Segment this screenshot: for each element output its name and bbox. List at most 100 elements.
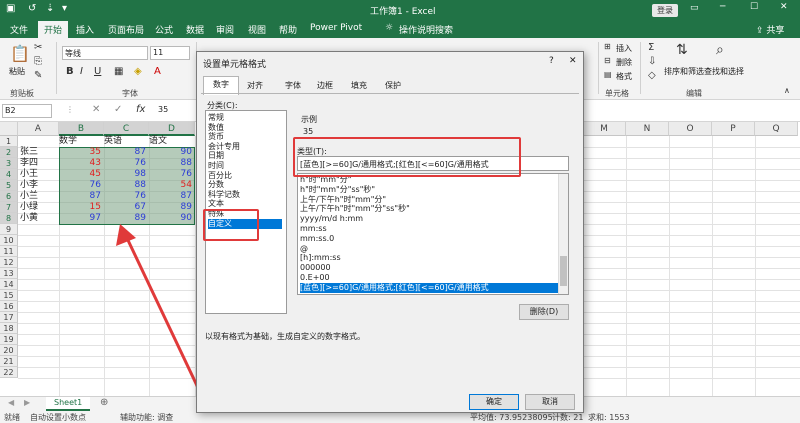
format-code-item[interactable]: [h]:mm:ss — [300, 253, 558, 263]
row-header[interactable]: 7 — [0, 202, 18, 213]
cancel-entry-icon[interactable]: ✕ — [92, 104, 100, 115]
format-cells-icon[interactable]: ▤ — [604, 70, 612, 79]
collapse-ribbon-icon[interactable]: ∧ — [784, 86, 790, 95]
row-header[interactable]: 19 — [0, 334, 18, 345]
tab-font[interactable]: 字体 — [277, 78, 309, 93]
find-select-label[interactable]: 查找和选择 — [704, 66, 744, 77]
cell[interactable]: 87 — [59, 191, 101, 202]
row-header[interactable]: 6 — [0, 191, 18, 202]
name-box[interactable]: B2 — [2, 104, 52, 118]
category-item[interactable]: 会计专用 — [208, 142, 282, 152]
format-code-item[interactable]: @ — [300, 244, 558, 254]
paste-label[interactable]: 粘贴 — [9, 66, 25, 77]
column-header[interactable]: C — [104, 122, 149, 136]
tab-formulas[interactable]: 公式 — [155, 23, 173, 36]
cell[interactable]: 35 — [59, 147, 101, 158]
insert-function-icon[interactable]: fx — [136, 104, 145, 115]
share-button[interactable]: ⇪ 共享 — [756, 23, 784, 36]
row-header[interactable]: 21 — [0, 356, 18, 367]
category-item[interactable]: 日期 — [208, 151, 282, 161]
row-header[interactable]: 18 — [0, 323, 18, 334]
row-header[interactable]: 2 — [0, 147, 18, 158]
tab-home[interactable]: 开始 — [38, 21, 69, 38]
row-header[interactable]: 14 — [0, 279, 18, 290]
cell[interactable]: 小李 — [20, 180, 56, 191]
font-name-select[interactable]: 等线 — [62, 46, 148, 60]
cancel-button[interactable]: 取消 — [525, 394, 575, 410]
format-code-list[interactable]: h"时"mm"分" h"时"mm"分"ss"秒" 上午/下午h"时"mm"分" 上午/… — [297, 173, 569, 295]
cell[interactable]: 90 — [149, 147, 192, 158]
cell[interactable]: 87 — [149, 191, 192, 202]
row-header[interactable]: 17 — [0, 312, 18, 323]
autosave-icon[interactable]: ▣ — [6, 3, 15, 14]
cell[interactable]: 88 — [149, 158, 192, 169]
tab-review[interactable]: 审阅 — [216, 23, 234, 36]
format-code-item[interactable]: [蓝色][>=60]G/通用格式;[红色][<=60]G/通用格式 — [300, 282, 558, 293]
row-header[interactable]: 15 — [0, 290, 18, 301]
cell[interactable]: 小绿 — [20, 202, 56, 213]
maximize-icon[interactable]: ☐ — [750, 2, 758, 12]
cell[interactable]: 英语 — [104, 136, 146, 147]
login-button[interactable]: 登录 — [652, 4, 678, 17]
sheet-tab-sheet1[interactable]: Sheet1 — [46, 397, 91, 411]
format-code-item[interactable]: 0.E+00 — [300, 273, 558, 283]
row-header[interactable]: 22 — [0, 367, 18, 378]
column-header[interactable]: O — [669, 122, 712, 136]
cell[interactable]: 张三 — [20, 147, 56, 158]
italic-icon[interactable]: I — [80, 66, 83, 77]
tab-help[interactable]: 帮助 — [279, 23, 297, 36]
font-size-select[interactable]: 11 — [150, 46, 190, 60]
paste-icon[interactable]: 📋 — [10, 44, 30, 63]
bold-icon[interactable]: B — [66, 66, 74, 77]
tab-page-layout[interactable]: 页面布局 — [108, 23, 144, 36]
row-header[interactable]: 1 — [0, 136, 18, 147]
cell[interactable]: 76 — [59, 180, 101, 191]
format-code-item[interactable]: 上午/下午h"时"mm"分"ss"秒" — [300, 204, 558, 214]
underline-icon[interactable]: U — [94, 66, 101, 77]
column-header[interactable]: Q — [755, 122, 798, 136]
insert-cells-label[interactable]: 插入 — [616, 43, 632, 54]
cell[interactable]: 87 — [104, 147, 146, 158]
column-header[interactable]: D — [149, 122, 195, 136]
row-header[interactable]: 11 — [0, 246, 18, 257]
row-header[interactable]: 9 — [0, 224, 18, 235]
autosum-icon[interactable]: Σ — [648, 42, 654, 53]
row-header[interactable]: 16 — [0, 301, 18, 312]
format-code-item[interactable]: h"时"mm"分"ss"秒" — [300, 185, 558, 195]
column-header[interactable]: N — [626, 122, 669, 136]
cell[interactable]: 97 — [59, 213, 101, 224]
row-header[interactable]: 20 — [0, 345, 18, 356]
category-item[interactable]: 分数 — [208, 180, 282, 190]
column-header[interactable]: B — [59, 122, 104, 136]
cell[interactable]: 54 — [149, 180, 192, 191]
status-accessibility[interactable]: 辅助功能: 调查 — [120, 412, 173, 423]
tab-fill[interactable]: 填充 — [343, 78, 375, 93]
row-header[interactable]: 5 — [0, 180, 18, 191]
tab-protection[interactable]: 保护 — [377, 78, 409, 93]
border-icon[interactable]: ▦ — [114, 66, 123, 77]
row-header[interactable]: 10 — [0, 235, 18, 246]
close-window-icon[interactable]: ✕ — [780, 2, 788, 12]
tab-alignment[interactable]: 对齐 — [239, 78, 271, 93]
sort-filter-icon[interactable]: ⇅ — [676, 42, 688, 58]
category-item[interactable]: 货币 — [208, 132, 282, 142]
cell[interactable]: 语文 — [149, 136, 192, 147]
cell[interactable]: 76 — [149, 169, 192, 180]
close-icon[interactable]: ✕ — [569, 56, 577, 66]
format-code-item[interactable]: 000000 — [300, 263, 558, 273]
copy-icon[interactable]: ⎘ — [34, 56, 42, 67]
row-header[interactable]: 3 — [0, 158, 18, 169]
category-item[interactable]: 时间 — [208, 161, 282, 171]
format-list-scrollbar[interactable] — [558, 174, 568, 294]
cell[interactable]: 76 — [104, 191, 146, 202]
formula-input[interactable]: 35 — [156, 104, 196, 118]
cell[interactable]: 67 — [104, 202, 146, 213]
ok-button[interactable]: 确定 — [469, 394, 519, 410]
cell[interactable]: 李四 — [20, 158, 56, 169]
fill-color-icon[interactable]: ◈ — [134, 66, 142, 77]
next-sheet-icon[interactable]: ▶ — [24, 398, 30, 407]
font-color-icon[interactable]: A — [154, 66, 161, 77]
row-header[interactable]: 8 — [0, 213, 18, 224]
tell-me-search[interactable]: 操作说明搜索 — [399, 23, 453, 36]
fill-icon[interactable]: ⇩ — [648, 56, 656, 67]
